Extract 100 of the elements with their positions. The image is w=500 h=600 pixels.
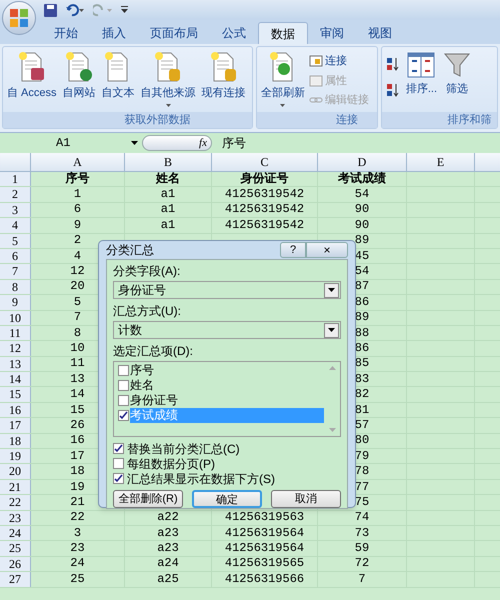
row-header[interactable]: 12 [0, 341, 31, 356]
dialog-button[interactable]: 确定 [192, 490, 262, 508]
table-cell: 15 [70, 402, 85, 418]
table-cell: 7 [74, 310, 82, 326]
ribbon-button[interactable]: 自其他来源 [138, 51, 198, 106]
row-header[interactable]: 15 [0, 387, 31, 402]
table-cell: 41256319564 [224, 541, 304, 556]
office-button[interactable] [2, 1, 36, 35]
sort-grid-icon [407, 51, 436, 79]
table-cell: 41256319542 [224, 187, 304, 202]
row-header[interactable]: 7 [0, 264, 31, 279]
dialog-button[interactable]: 取消 [271, 490, 341, 508]
list-item[interactable]: 身份证号 [130, 393, 324, 408]
row-header[interactable]: 20 [0, 464, 31, 479]
table-cell: 8 [74, 326, 82, 341]
row-header[interactable]: 2 [0, 187, 31, 202]
column-header[interactable]: B [125, 153, 212, 171]
group-label: 获取外部数据 [3, 112, 252, 128]
row-header[interactable]: 25 [0, 541, 31, 556]
column-header[interactable]: E [407, 153, 475, 171]
save-icon[interactable] [44, 4, 57, 16]
dialog-button[interactable]: 全部删除(R) [113, 490, 183, 508]
table-cell: 41256319563 [224, 510, 304, 526]
row-header[interactable]: 27 [0, 572, 31, 587]
ribbon-small-button[interactable]: 连接 [308, 53, 369, 70]
row-header[interactable]: 22 [0, 495, 31, 510]
ribbon-tab[interactable]: 页面布局 [138, 22, 210, 44]
table-cell: 87 [354, 279, 370, 294]
row-header[interactable]: 17 [0, 418, 31, 433]
column-header[interactable]: A [31, 153, 125, 171]
scroll-up-icon[interactable] [328, 366, 336, 370]
help-button[interactable]: ? [280, 242, 306, 258]
row-header[interactable]: 9 [0, 295, 31, 310]
formula-content[interactable]: 序号 [222, 134, 246, 152]
row-header[interactable]: 23 [0, 510, 31, 525]
ribbon-tab[interactable]: 视图 [356, 22, 404, 44]
row-header[interactable]: 14 [0, 372, 31, 386]
row-header[interactable]: 19 [0, 449, 31, 464]
ribbon-button[interactable]: 自 Access [5, 51, 59, 102]
row-header[interactable]: 4 [0, 218, 31, 233]
list-item[interactable]: 序号 [130, 363, 324, 378]
ribbon-button[interactable]: 筛选 [441, 51, 474, 98]
checkbox[interactable] [118, 380, 129, 391]
dropdown-field[interactable]: 身份证号 [113, 281, 341, 299]
ribbon-button[interactable]: 现有连接 [200, 51, 248, 102]
customize-arrow-icon[interactable] [121, 6, 128, 14]
database-document-icon [208, 51, 239, 83]
table-cell: 85 [354, 356, 370, 372]
row-header[interactable]: 3 [0, 202, 31, 218]
option-label: 汇总结果显示在数据下方(S) [127, 470, 275, 488]
row-header[interactable]: 11 [0, 326, 31, 340]
row-header[interactable]: 13 [0, 356, 31, 372]
table-cell: 24 [70, 556, 85, 572]
table-cell: 16 [70, 433, 85, 448]
ribbon-tab[interactable]: 开始 [42, 22, 90, 44]
ribbon-button[interactable]: 自网站 [60, 51, 98, 102]
checkbox[interactable] [118, 410, 129, 421]
checkbox[interactable] [113, 458, 124, 469]
checkbox[interactable] [118, 395, 129, 406]
list-item[interactable]: 姓名 [130, 378, 324, 393]
table-cell: 41256319566 [224, 572, 304, 587]
ribbon-tab[interactable]: 数据 [258, 22, 308, 44]
row-header[interactable]: 8 [0, 280, 31, 294]
ribbon-tab[interactable]: 插入 [90, 22, 138, 44]
sort-ascending-icon[interactable] [386, 57, 400, 71]
row-header[interactable]: 6 [0, 248, 31, 264]
row-header[interactable]: 16 [0, 402, 31, 418]
close-button[interactable]: × [306, 242, 348, 258]
row-header[interactable]: 10 [0, 310, 31, 325]
function-button[interactable]: fx [199, 134, 207, 152]
row-header[interactable]: 5 [0, 234, 31, 248]
field-label: 分类字段(A): [113, 263, 182, 280]
row-header[interactable]: 21 [0, 480, 31, 494]
table-cell: 14 [70, 387, 85, 402]
scroll-down-icon[interactable] [328, 428, 336, 432]
column-header[interactable]: D [318, 153, 407, 171]
ribbon-button[interactable]: 全部刷新 [258, 51, 307, 106]
table-cell: a24 [157, 556, 179, 572]
checkbox[interactable] [113, 443, 124, 454]
undo-icon[interactable] [65, 4, 85, 16]
column-header[interactable]: C [212, 153, 318, 171]
row-header[interactable]: 1 [0, 172, 31, 186]
ribbon-tab[interactable]: 审阅 [308, 22, 356, 44]
table-cell: a1 [160, 202, 176, 218]
ribbon-tab[interactable]: 公式 [210, 22, 258, 44]
checkmark-icon [119, 411, 128, 420]
table-cell: a23 [157, 526, 179, 541]
sort-descending-icon[interactable] [386, 83, 400, 97]
dropdown-field[interactable]: 计数 [113, 321, 341, 339]
row-header[interactable]: 24 [0, 526, 31, 540]
checkbox[interactable] [113, 473, 124, 484]
checkbox[interactable] [118, 365, 129, 376]
ribbon-button[interactable]: 排序... [404, 51, 440, 98]
name-box[interactable]: A1 [0, 134, 128, 152]
redo-icon[interactable] [93, 4, 113, 16]
ribbon-button[interactable]: 自文本 [100, 51, 137, 102]
dropdown-arrow-icon[interactable] [131, 141, 138, 145]
row-header[interactable]: 18 [0, 434, 31, 448]
table-cell: 2 [74, 233, 82, 248]
row-header[interactable]: 26 [0, 556, 31, 572]
